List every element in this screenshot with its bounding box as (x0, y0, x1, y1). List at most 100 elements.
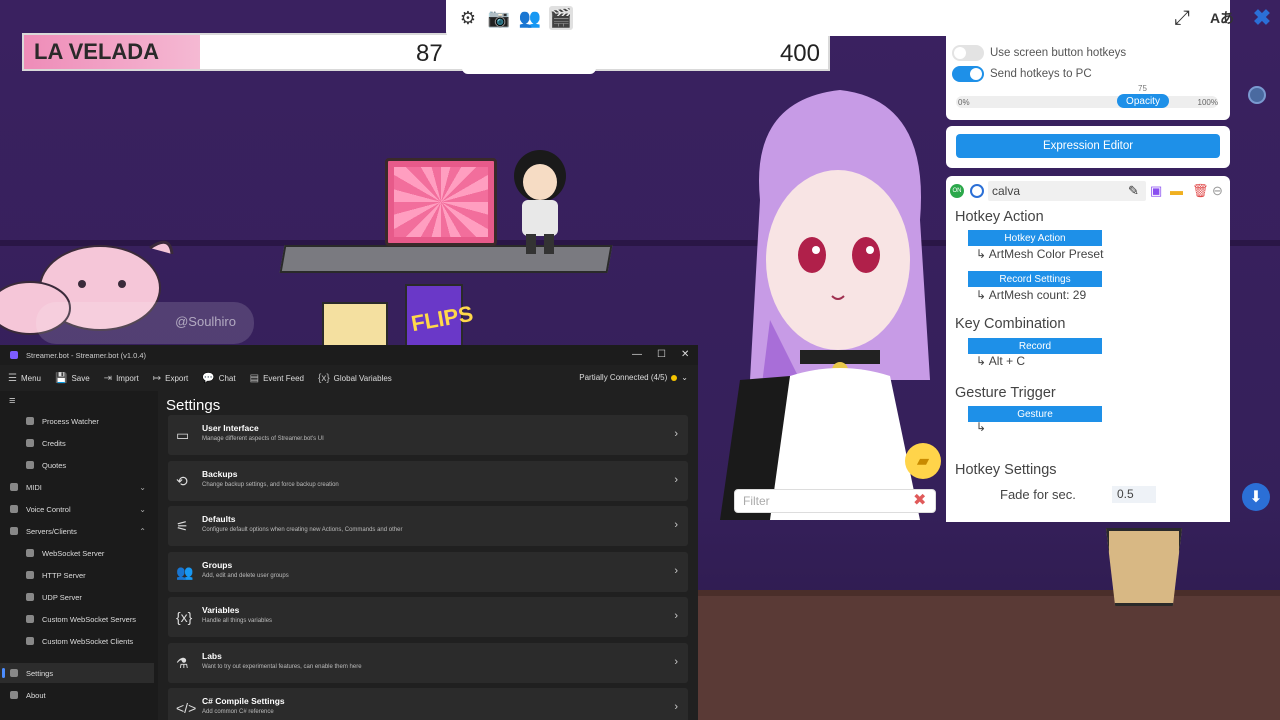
menu-item-event-feed[interactable]: ▤ Event Feed (250, 373, 304, 384)
card-title: Labs (202, 650, 222, 661)
chevron-up-icon[interactable]: ⌃ (139, 527, 146, 536)
chevron-right-icon: › (674, 564, 678, 577)
chat-tag-overlay: @Soulhiro (36, 302, 254, 344)
screen-button-hotkeys-row[interactable]: Use screen button hotkeys (952, 45, 1126, 61)
chevron-right-icon: › (674, 655, 678, 668)
sidebar-item-settings[interactable]: Settings (0, 663, 154, 683)
folder-icon[interactable]: ▰ (905, 443, 941, 479)
card-description: Change backup settings, and force backup… (202, 481, 339, 488)
settings-card-groups[interactable]: 👥 Groups Add, edit and delete user groups › (168, 551, 688, 592)
card-icon: ⟲ (176, 472, 188, 489)
sidebar-item-websocket-server[interactable]: WebSocket Server (0, 543, 154, 563)
send-hotkeys-toggle[interactable] (952, 66, 984, 82)
camera-icon[interactable]: 📷 (487, 6, 511, 30)
sidebar-item-icon (26, 417, 34, 425)
sidebar-item-credits[interactable]: Credits (0, 433, 154, 453)
sidebar-item-icon (26, 439, 34, 447)
sidebar-item-icon (10, 527, 18, 535)
key-combination-heading: Key Combination (955, 316, 1066, 332)
gesture-button[interactable]: Gesture (968, 406, 1102, 422)
settings-card-labs[interactable]: ⚗ Labs Want to try out experimental featur… (168, 642, 688, 683)
sidebar-item-http-server[interactable]: HTTP Server (0, 565, 154, 585)
record-settings-button[interactable]: Record Settings (968, 271, 1102, 287)
sidebar-item-about[interactable]: About (0, 685, 154, 705)
menu-item-import[interactable]: ⇥ Import (104, 373, 139, 384)
sidebar-item-midi[interactable]: MIDI ⌄ (0, 477, 154, 497)
card-description: Handle all things variables (202, 618, 273, 624)
card-icon: {x} (176, 609, 193, 625)
sidebar-item-label: Custom WebSocket Clients (42, 636, 134, 646)
menu-item-label: Menu (20, 373, 41, 383)
sidebar-item-process-watcher[interactable]: Process Watcher (0, 411, 154, 431)
globe-icon[interactable] (970, 184, 984, 198)
scoreboard-value-2: 400 (779, 40, 820, 67)
hotkey-settings-heading: Hotkey Settings (955, 462, 1057, 478)
sidebar-item-quotes[interactable]: Quotes (0, 455, 154, 475)
clapperboard-icon[interactable]: 🎬 (549, 6, 573, 30)
user-settings-icon[interactable]: 👥 (518, 6, 542, 30)
edit-icon[interactable]: ✎ (1128, 183, 1139, 199)
sidebar-item-udp-server[interactable]: UDP Server (0, 587, 154, 607)
action-value: ArtMesh Color Preset (988, 247, 1104, 261)
send-hotkeys-row[interactable]: Send hotkeys to PC (952, 66, 1092, 82)
menu-item-chat[interactable]: 💬 Chat (202, 373, 235, 384)
twitch-icon[interactable]: ▣ (1150, 183, 1162, 199)
settings-card-c-compile-settings[interactable]: </> C# Compile Settings Add common C# refe… (168, 688, 688, 720)
chevron-down-icon[interactable]: ⌄ (681, 373, 688, 382)
settings-card-backups[interactable]: ⟲ Backups Change backup settings, and forc… (168, 460, 688, 501)
expression-editor-button[interactable]: Expression Editor (956, 134, 1220, 158)
menu-item-label: Event Feed (263, 373, 304, 383)
settings-card-variables[interactable]: {x} Variables Handle all things variables › (168, 597, 688, 637)
key-combo-value: Alt + C (988, 354, 1026, 368)
settings-card-defaults[interactable]: ⚟ Defaults Configure default options when … (168, 506, 688, 546)
sidebar-item-icon (26, 593, 34, 601)
menu-item-menu[interactable]: ☰ Menu (8, 373, 41, 384)
sidebar-item-servers-clients[interactable]: Servers/Clients ⌃ (0, 521, 154, 541)
maximize-icon[interactable]: ☐ (657, 349, 666, 360)
collectible-box (322, 302, 388, 350)
menu-item-label: Chat (218, 373, 236, 383)
sidebar-item-label: Voice Control (26, 504, 71, 514)
sidebar-item-custom-websocket-clients[interactable]: Custom WebSocket Clients (0, 631, 154, 651)
chevron-down-icon[interactable]: ⌄ (139, 483, 146, 492)
connection-status[interactable]: Partially Connected (4/5) ⌄ (579, 373, 688, 382)
app-logo-icon (10, 351, 18, 359)
menu-item-icon: 💬 (202, 372, 215, 384)
sidebar-item-voice-control[interactable]: Voice Control ⌄ (0, 499, 154, 519)
card-title: Backups (202, 468, 238, 479)
scoreboard-underline (462, 66, 596, 74)
menu-item-label: Global Variables (333, 373, 392, 383)
sidebar-item-custom-websocket-servers[interactable]: Custom WebSocket Servers (0, 609, 154, 629)
trash-icon[interactable]: 🗑 (1192, 183, 1209, 199)
settings-card-user-interface[interactable]: ▭ User Interface Manage different aspects … (168, 415, 688, 455)
menu-item-export[interactable]: ↦ Export (153, 373, 189, 384)
fade-input[interactable]: 0.5 (1112, 486, 1156, 503)
window-close-icon[interactable]: ✕ (681, 349, 689, 360)
gear-icon[interactable]: ⚙ (456, 6, 480, 30)
sidebar-item-label: Credits (42, 438, 66, 448)
sidebar-item-label: WebSocket Server (42, 548, 105, 558)
chevron-down-icon[interactable]: ⌄ (139, 505, 146, 514)
hotkey-options-panel: Use screen button hotkeys Send hotkeys t… (946, 26, 1230, 120)
on-toggle[interactable]: ON (950, 184, 964, 198)
minimize-icon[interactable]: — (632, 349, 642, 360)
hotkey-name-input[interactable]: calva (988, 181, 1146, 201)
menu-item-global-variables[interactable]: {x} Global Variables (318, 373, 392, 384)
folder-remove-icon[interactable]: ▬ (1170, 183, 1183, 198)
scroll-down-icon[interactable]: ⬇ (1242, 483, 1270, 511)
clear-filter-icon[interactable]: ✖ (913, 490, 926, 510)
close-icon[interactable]: ✖ (1250, 5, 1274, 30)
opacity-slider[interactable] (956, 96, 1218, 108)
menu-item-save[interactable]: 💾 Save (55, 373, 90, 384)
screen-button-hotkeys-toggle[interactable] (952, 45, 984, 61)
filter-input[interactable]: Filter (734, 489, 936, 513)
card-description: Configure default options when creating … (202, 527, 403, 533)
hotkey-action-button[interactable]: Hotkey Action (968, 230, 1102, 246)
sidebar-item-label: HTTP Server (42, 570, 86, 580)
minus-icon[interactable]: ⊖ (1212, 183, 1223, 199)
record-button[interactable]: Record (968, 338, 1102, 354)
key-combo-row: ↳ Alt + C (976, 354, 1026, 368)
opacity-slider-handle[interactable]: Opacity (1117, 94, 1169, 108)
card-icon: </> (176, 700, 197, 716)
hamburger-icon[interactable]: ≡ (9, 395, 15, 407)
